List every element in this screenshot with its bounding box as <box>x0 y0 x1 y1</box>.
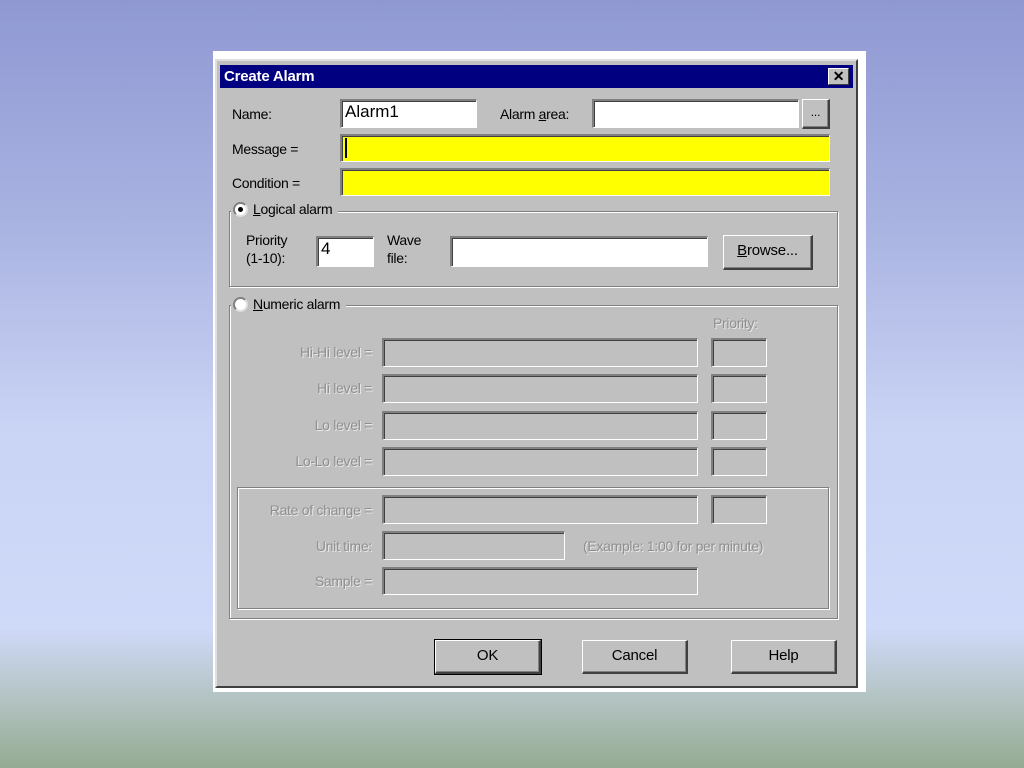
name-input[interactable]: Alarm1 <box>340 99 477 128</box>
hi-level-input[interactable] <box>382 374 698 403</box>
cancel-button[interactable]: Cancel <box>582 640 688 674</box>
sample-input[interactable] <box>382 567 698 595</box>
close-icon: ✕ <box>832 68 845 84</box>
numeric-alarm-radio[interactable]: Numeric alarm <box>231 296 347 312</box>
lo-level-label: Lo level = <box>314 417 373 433</box>
priority-label: Priority (1-10): <box>246 232 288 266</box>
alarm-area-label: Alarm area: <box>500 106 570 122</box>
numeric-alarm-label: Numeric alarm <box>253 296 341 312</box>
hi-level-label: Hi level = <box>317 380 372 396</box>
text-cursor <box>345 138 347 158</box>
lo-lo-level-label: Lo-Lo level = <box>295 453 372 469</box>
unit-time-label: Unit time: <box>315 538 372 554</box>
name-label: Name: <box>232 106 272 122</box>
lo-level-input[interactable] <box>382 411 698 440</box>
lo-lo-level-input[interactable] <box>382 447 698 476</box>
priority-input[interactable]: 4 <box>316 236 374 267</box>
hi-hi-level-label: Hi-Hi level = <box>300 344 372 360</box>
message-input[interactable] <box>340 134 830 162</box>
browse-wave-button[interactable]: Browse... <box>723 235 813 270</box>
ok-button[interactable]: OK <box>434 639 542 675</box>
lo-priority-input[interactable] <box>711 411 767 440</box>
message-label: Message = <box>232 141 299 157</box>
alarm-area-input[interactable] <box>592 99 799 128</box>
rate-of-change-input[interactable] <box>382 495 698 524</box>
rate-of-change-label: Rate of change = <box>269 502 373 518</box>
unit-time-input[interactable] <box>382 531 565 560</box>
hi-priority-input[interactable] <box>711 374 767 403</box>
hi-hi-level-input[interactable] <box>382 338 698 367</box>
wave-file-input[interactable] <box>450 236 708 267</box>
logical-alarm-label: Logical alarm <box>253 201 333 217</box>
alarm-area-browse-button[interactable]: ... <box>802 99 830 129</box>
close-button[interactable]: ✕ <box>828 68 849 85</box>
dialog-title: Create Alarm <box>224 68 315 85</box>
sample-label: Sample = <box>314 573 372 589</box>
unit-time-example: (Example: 1:00 for per minute) <box>583 538 764 554</box>
logical-alarm-radio[interactable]: Logical alarm <box>231 201 339 217</box>
priority-column-header: Priority: <box>713 315 758 331</box>
logical-alarm-radio-dot[interactable] <box>233 201 248 217</box>
condition-label: Condition = <box>232 175 300 191</box>
help-button[interactable]: Help <box>731 640 837 674</box>
hi-hi-priority-input[interactable] <box>711 338 767 367</box>
lo-lo-priority-input[interactable] <box>711 447 767 476</box>
rate-priority-input[interactable] <box>711 495 767 524</box>
title-bar: Create Alarm ✕ <box>220 65 853 88</box>
numeric-alarm-radio-dot[interactable] <box>233 296 248 312</box>
create-alarm-dialog: Create Alarm ✕ Name: Alarm1 Alarm area: … <box>215 59 858 688</box>
condition-input[interactable] <box>340 168 830 196</box>
wave-file-label: Wave file: <box>387 232 422 266</box>
